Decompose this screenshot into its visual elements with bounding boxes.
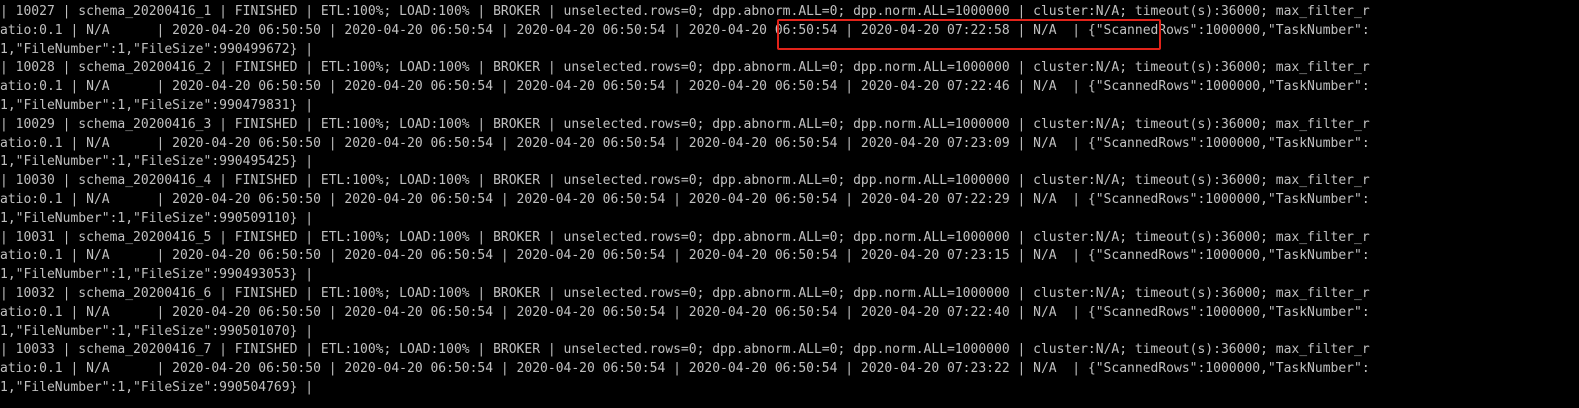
terminal-line: atio:0.1 | N/A | 2020-04-20 06:50:50 | 2… xyxy=(0,79,1370,95)
terminal-line: | 10030 | schema_20200416_4 | FINISHED |… xyxy=(0,173,1370,189)
terminal-line: atio:0.1 | N/A | 2020-04-20 06:50:50 | 2… xyxy=(0,304,1370,320)
terminal-line: 1,"FileNumber":1,"FileSize":990499672} | xyxy=(0,41,314,57)
terminal-line: 1,"FileNumber":1,"FileSize":990495425} | xyxy=(0,154,314,170)
terminal-line: | 10028 | schema_20200416_2 | FINISHED |… xyxy=(0,60,1370,76)
terminal-line: 1,"FileNumber":1,"FileSize":990509110} | xyxy=(0,210,314,226)
terminal-line: 1,"FileNumber":1,"FileSize":990479831} | xyxy=(0,97,314,113)
terminal-line: atio:0.1 | N/A | 2020-04-20 06:50:50 | 2… xyxy=(0,135,1370,151)
terminal-line: | 10032 | schema_20200416_6 | FINISHED |… xyxy=(0,285,1370,301)
terminal-output[interactable]: | 10027 | schema_20200416_1 | FINISHED |… xyxy=(0,0,1579,408)
terminal-line: | 10033 | schema_20200416_7 | FINISHED |… xyxy=(0,342,1370,358)
terminal-line: 1,"FileNumber":1,"FileSize":990501070} | xyxy=(0,323,314,339)
terminal-line: atio:0.1 | N/A | 2020-04-20 06:50:50 | 2… xyxy=(0,248,1370,264)
terminal-line: atio:0.1 | N/A | 2020-04-20 06:50:50 | 2… xyxy=(0,361,1370,377)
terminal-line: atio:0.1 | N/A | 2020-04-20 06:50:50 | 2… xyxy=(0,22,1370,38)
terminal-line: | 10027 | schema_20200416_1 | FINISHED |… xyxy=(0,4,1370,19)
terminal-line: | 10031 | schema_20200416_5 | FINISHED |… xyxy=(0,229,1370,245)
terminal-line: 1,"FileNumber":1,"FileSize":990504769} | xyxy=(0,379,314,395)
terminal-line: atio:0.1 | N/A | 2020-04-20 06:50:50 | 2… xyxy=(0,191,1370,207)
terminal-line: | 10029 | schema_20200416_3 | FINISHED |… xyxy=(0,116,1370,132)
terminal-line: 1,"FileNumber":1,"FileSize":990493053} | xyxy=(0,267,314,283)
